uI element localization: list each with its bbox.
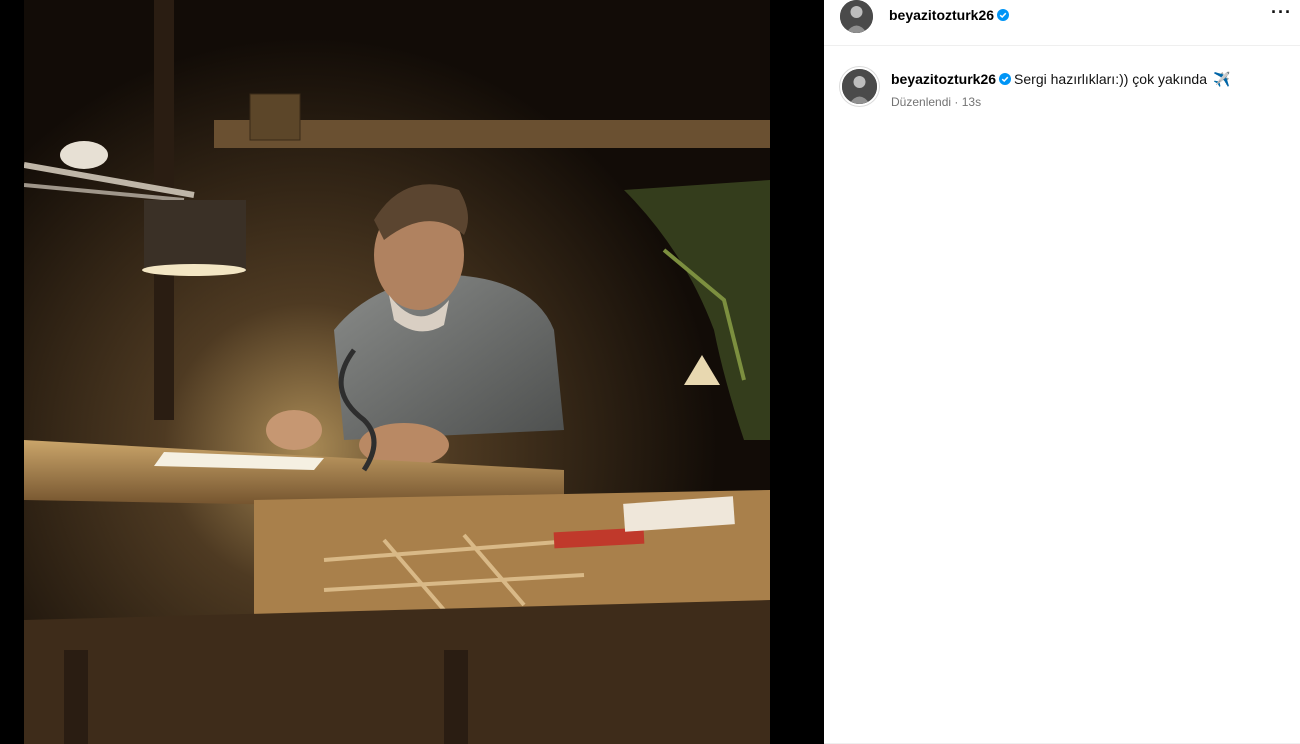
caption-text: Sergi hazırlıkları:)) çok yakında [1014,71,1208,87]
caption-username[interactable]: beyazitozturk26 [891,71,996,87]
post-header: beyazitozturk26 ··· [824,0,1300,46]
caption-avatar[interactable] [840,67,879,106]
author-avatar[interactable] [840,0,873,33]
author-username[interactable]: beyazitozturk26 [889,7,994,23]
caption: beyazitozturk26 Sergi hazırlıkları:)) çok… [891,71,1230,88]
meta-separator: · [954,95,959,109]
verified-badge-icon [997,9,1010,21]
author-username-row[interactable]: beyazitozturk26 [889,7,1010,25]
time-ago[interactable]: 13s [962,95,981,109]
verified-badge-icon [999,73,1012,85]
caption-meta: Düzenlendi · 13s [891,95,981,109]
post-media-pane [0,0,824,744]
edited-label: Düzenlendi [891,95,952,109]
more-horizontal-icon[interactable]: ··· [1271,2,1292,23]
post-photo[interactable] [24,0,770,744]
post-side-panel: beyazitozturk26 ··· beyazitozturk26 Sergi… [824,0,1300,744]
airplane-emoji-icon: ✈️ [1213,71,1231,87]
